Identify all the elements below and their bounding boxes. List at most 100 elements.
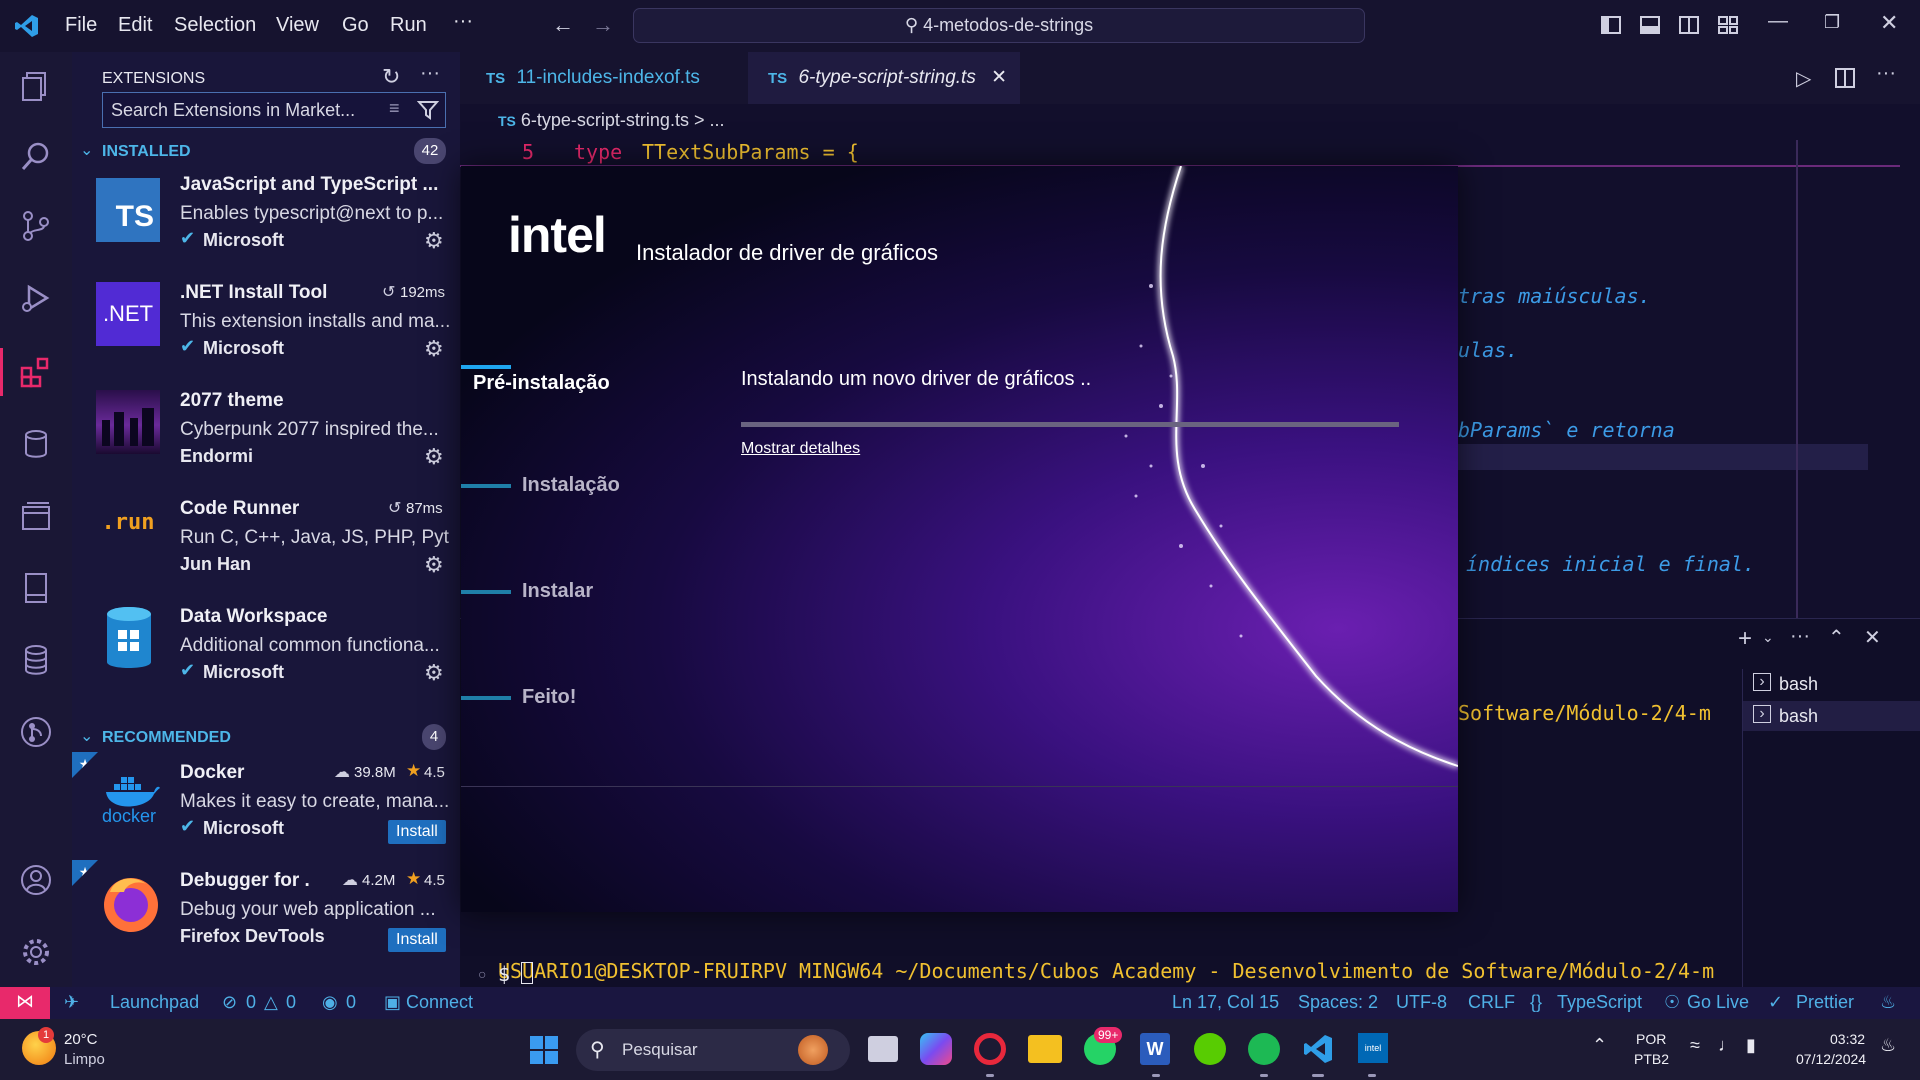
prettier-label[interactable]: Prettier	[1796, 992, 1854, 1013]
manage-gear-icon[interactable]: ⚙	[424, 552, 444, 578]
extension-item-code-runner[interactable]: .run Code Runner ↺ 87ms Run C, C++, Java…	[72, 488, 460, 596]
forward-arrow-icon[interactable]: →	[592, 12, 614, 38]
toggle-primary-sidebar-icon[interactable]	[1600, 14, 1622, 36]
extension-item-debugger-firefox[interactable]: ★ Debugger for ... ☁ 4.2M ★ 4.5 Debug yo…	[72, 860, 460, 968]
menu-file[interactable]: File	[65, 14, 97, 37]
search-extensions-input[interactable]: Search Extensions in Market... ≡	[102, 92, 446, 128]
restore-icon[interactable]: ❐	[1824, 12, 1840, 33]
keyboard-layout[interactable]: PTB2	[1634, 1051, 1669, 1067]
back-arrow-icon[interactable]: ←	[552, 12, 574, 38]
terminal-tab-bash[interactable]: › bash	[1743, 669, 1920, 699]
input-language[interactable]: POR	[1636, 1031, 1666, 1047]
menu-selection[interactable]: Selection	[174, 14, 256, 37]
notification-center-icon[interactable]: ♨	[1880, 1035, 1896, 1056]
manage-gear-icon[interactable]: ⚙	[424, 660, 444, 686]
terminal-dropdown-chevron-icon[interactable]: ⌄	[1762, 629, 1774, 646]
breadcrumb-rest[interactable]: > ...	[694, 110, 725, 130]
volume-icon[interactable]: ♩	[1718, 1035, 1736, 1056]
word-icon[interactable]: W	[1140, 1033, 1170, 1065]
install-button[interactable]: Install	[388, 928, 446, 952]
extensions-icon[interactable]	[16, 352, 56, 392]
source-control-icon[interactable]	[16, 206, 56, 246]
menu-edit[interactable]: Edit	[118, 14, 152, 37]
chevron-down-icon[interactable]: ⌄	[80, 726, 93, 746]
clock-date[interactable]: 07/12/2024	[1796, 1051, 1866, 1067]
tab-type-script-string[interactable]: TS 6-type-script-string.ts ✕	[748, 52, 1020, 104]
extension-item-dotnet-install-tool[interactable]: .NET .NET Install Tool ↺ 192ms This exte…	[72, 272, 460, 380]
notifications-bell-icon[interactable]: ♨	[1880, 992, 1896, 1013]
spotify-icon[interactable]	[1248, 1033, 1280, 1065]
vscode-logo-icon[interactable]	[14, 13, 40, 39]
connect-icon[interactable]: ▣	[384, 992, 401, 1013]
database-icon[interactable]	[16, 424, 56, 464]
minimize-icon[interactable]: —	[1768, 10, 1788, 33]
remote-explorer-icon[interactable]	[16, 496, 56, 536]
customize-layout-icon[interactable]	[1717, 14, 1739, 36]
weather-temp[interactable]: 20°C	[64, 1031, 98, 1048]
refresh-icon[interactable]: ↻	[382, 64, 400, 90]
task-view-icon[interactable]	[868, 1036, 898, 1062]
installed-section-label[interactable]: INSTALLED	[102, 143, 191, 161]
terminal-tab-bash[interactable]: › bash	[1743, 701, 1920, 731]
indentation[interactable]: Spaces: 2	[1298, 992, 1378, 1013]
language-mode[interactable]: TypeScript	[1557, 992, 1642, 1013]
opera-icon[interactable]	[974, 1033, 1006, 1065]
go-live-icon[interactable]: ☉	[1664, 992, 1680, 1013]
notebook-icon[interactable]	[16, 568, 56, 608]
clear-filter-icon[interactable]: ≡	[389, 98, 400, 119]
extension-item-data-workspace[interactable]: Data Workspace Additional common functio…	[72, 596, 460, 704]
battery-icon[interactable]: ▮	[1746, 1035, 1756, 1056]
menu-go[interactable]: Go	[342, 14, 369, 37]
errors-icon[interactable]: ⊘	[222, 992, 237, 1013]
connect-label[interactable]: Connect	[406, 992, 473, 1013]
install-button[interactable]: Install	[388, 820, 446, 844]
prettier-icon[interactable]: ✓	[1768, 992, 1783, 1013]
windows-start-icon[interactable]	[530, 1036, 558, 1064]
menu-more[interactable]: ···	[453, 10, 473, 33]
terminal-more-actions-icon[interactable]: ···	[1790, 625, 1810, 648]
warning-icon[interactable]: △	[264, 992, 278, 1013]
clock-time[interactable]: 03:32	[1830, 1031, 1865, 1047]
cursor-position[interactable]: Ln 17, Col 15	[1172, 992, 1279, 1013]
close-panel-icon[interactable]: ✕	[1864, 625, 1881, 650]
launchpad-label[interactable]: Launchpad	[110, 992, 199, 1013]
intel-taskbar-icon[interactable]: intel	[1358, 1033, 1388, 1063]
warning-count[interactable]: 0	[286, 992, 296, 1013]
show-hidden-icons-chevron-icon[interactable]: ⌃	[1592, 1035, 1607, 1056]
show-details-link[interactable]: Mostrar detalhes	[741, 440, 860, 458]
menu-run[interactable]: Run	[390, 14, 427, 37]
toggle-panel-icon[interactable]	[1639, 14, 1661, 36]
search-activity-icon[interactable]	[16, 136, 56, 176]
extension-item-docker[interactable]: ★ docker Docker ☁ 39.8M ★ 4.5 Makes it e…	[72, 752, 460, 860]
manage-gear-icon[interactable]: ⚙	[424, 336, 444, 362]
menu-view[interactable]: View	[276, 14, 319, 37]
maximize-panel-icon[interactable]: ⌃	[1828, 625, 1845, 650]
gitlens-icon[interactable]	[16, 712, 56, 752]
terminal-cursor[interactable]	[521, 962, 533, 984]
more-actions-icon[interactable]: ···	[420, 62, 440, 85]
manage-gear-icon[interactable]: ⚙	[424, 228, 444, 254]
extension-item-javascript-typescript[interactable]: TS JavaScript and TypeScript ... Enables…	[72, 164, 460, 272]
taskbar-search-box[interactable]: ⚲ Pesquisar	[576, 1029, 850, 1071]
launchpad-icon[interactable]: ✈	[64, 992, 79, 1013]
accounts-icon[interactable]	[16, 860, 56, 900]
copilot-icon[interactable]	[920, 1033, 952, 1065]
ports-count[interactable]: 0	[346, 992, 356, 1013]
file-explorer-icon[interactable]	[1028, 1035, 1062, 1063]
weather-desc[interactable]: Limpo	[64, 1051, 105, 1068]
recommended-section-label[interactable]: RECOMMENDED	[102, 729, 231, 747]
encoding[interactable]: UTF-8	[1396, 992, 1447, 1013]
explorer-icon[interactable]	[16, 66, 56, 106]
error-count[interactable]: 0	[246, 992, 256, 1013]
close-tab-icon[interactable]: ✕	[991, 67, 1007, 88]
go-live-label[interactable]: Go Live	[1687, 992, 1749, 1013]
editor-more-actions-icon[interactable]: ···	[1876, 62, 1896, 85]
command-center[interactable]: ⚲ 4-metodos-de-strings	[633, 8, 1365, 43]
close-window-icon[interactable]: ✕	[1880, 10, 1898, 36]
split-editor-icon[interactable]	[1834, 67, 1856, 89]
duolingo-icon[interactable]	[1194, 1033, 1226, 1065]
sql-database-icon[interactable]	[16, 640, 56, 680]
tab-includes-indexof[interactable]: TS 11-includes-indexof.ts	[460, 52, 744, 104]
vscode-taskbar-icon[interactable]	[1302, 1033, 1334, 1065]
breadcrumb-file[interactable]: 6-type-script-string.ts	[521, 110, 689, 130]
